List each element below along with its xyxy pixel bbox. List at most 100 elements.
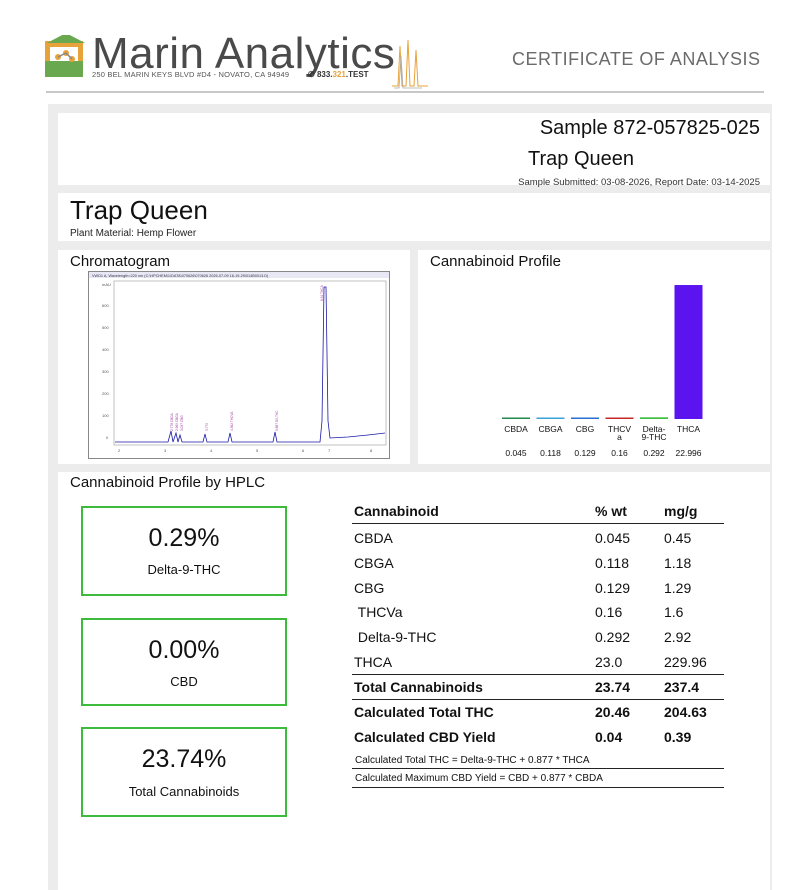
phone-suffix: .TEST xyxy=(345,70,369,79)
cell: Calculated CBD Yield xyxy=(354,729,496,745)
table-rule xyxy=(352,768,724,769)
peak-label: 2.969 CBGA xyxy=(175,412,179,431)
summary-box-cbd: 0.00% CBD xyxy=(81,618,287,706)
phone-prefix: 833. xyxy=(316,70,333,79)
y-tick: 500 xyxy=(102,325,109,330)
peak-label: 3.037 CBG xyxy=(180,415,184,431)
marin-logo-icon xyxy=(45,35,85,77)
cell: THCA xyxy=(354,654,393,670)
bar-delta-9-thc xyxy=(640,417,668,419)
y-tick: 600 xyxy=(102,303,109,308)
peak-label: 5.887 D9-THC xyxy=(275,410,279,431)
logo: Marin Analytics 250 BEL MARIN KEYS BLVD … xyxy=(44,29,395,83)
cell: 23.0 xyxy=(595,654,623,670)
table-row: CBG 0.129 1.29 xyxy=(352,580,724,604)
table-row: CBGA 0.118 1.18 xyxy=(352,555,724,579)
table-row: THCVa 0.16 1.6 xyxy=(352,604,724,628)
y-tick: 200 xyxy=(102,391,109,396)
cell: 0.45 xyxy=(664,530,692,546)
phone-icon: ✆ xyxy=(308,70,317,79)
cell: 20.46 xyxy=(595,704,631,720)
table-rule xyxy=(352,523,724,524)
table-rule xyxy=(352,674,724,675)
sample-id: Sample 872-057825-025 xyxy=(539,117,760,139)
peak-label: 3.779 xyxy=(205,423,209,431)
table-rule xyxy=(352,787,724,788)
formula-note: Calculated Total THC = Delta-9-THC + 0.8… xyxy=(355,755,590,766)
bar-cbda xyxy=(502,417,530,419)
lab-phone: ✆ 833.321.TEST xyxy=(308,70,369,79)
category-label: THCA xyxy=(677,424,700,434)
value-label: 0.129 xyxy=(574,448,596,458)
category-label: CBGA xyxy=(538,424,562,434)
cell: 0.118 xyxy=(595,555,629,571)
cell: 0.045 xyxy=(595,530,631,546)
cell: 237.4 xyxy=(664,679,700,695)
y-tick: 100 xyxy=(102,413,109,418)
y-tick: 300 xyxy=(102,369,109,374)
summary-value: 23.74% xyxy=(141,745,227,773)
lab-address: 250 BEL MARIN KEYS BLVD #D4 - NOVATO, CA… xyxy=(92,70,290,79)
cell: CBDA xyxy=(354,530,393,546)
table-rule xyxy=(352,699,724,700)
summary-label: CBD xyxy=(170,674,198,689)
cell: 0.292 xyxy=(595,629,631,645)
category-label: 9-THC xyxy=(641,432,666,442)
bar-cbg xyxy=(571,417,599,419)
totals-row: Calculated CBD Yield 0.04 0.39 xyxy=(352,729,724,753)
chromatogram-title: Chromatogram xyxy=(70,253,171,270)
summary-value: 0.29% xyxy=(148,524,220,552)
totals-row: Calculated Total THC 20.46 204.63 xyxy=(352,704,724,728)
cell: 229.96 xyxy=(664,654,707,670)
profile-title: Cannabinoid Profile xyxy=(430,253,561,270)
cell: Calculated Total THC xyxy=(354,704,494,720)
cannabinoid-bar-chart: CBDA0.045CBGA0.118CBG0.129THCVa0.16Delta… xyxy=(502,285,703,458)
summary-label: Delta-9-THC xyxy=(147,562,221,577)
chromatogram-peaks-icon xyxy=(392,39,428,89)
cell: 0.04 xyxy=(595,729,623,745)
category-label: CBDA xyxy=(504,424,528,434)
sample-name: Trap Queen xyxy=(528,148,634,170)
cell: 204.63 xyxy=(664,704,707,720)
value-label: 22.996 xyxy=(676,448,702,458)
bar-cbga xyxy=(536,417,565,419)
summary-label: Total Cannabinoids xyxy=(128,784,240,799)
document-title: CERTIFICATE OF ANALYSIS xyxy=(512,49,761,69)
value-label: 0.118 xyxy=(540,448,561,458)
bar-thca xyxy=(674,285,703,419)
cell: 2.92 xyxy=(664,629,692,645)
peak-label: 2.778 CBDA xyxy=(170,412,174,431)
y-tick: mAU xyxy=(102,282,111,287)
col-header: mg/g xyxy=(664,503,698,519)
value-label: 0.292 xyxy=(643,448,665,458)
table-row: CBDA 0.045 0.45 xyxy=(352,530,724,554)
summary-box-thc: 0.29% Delta-9-THC xyxy=(81,506,287,596)
cell: 0.16 xyxy=(595,604,623,620)
cell: CBGA xyxy=(354,555,394,571)
cell: THCVa xyxy=(354,604,403,620)
cell: Total Cannabinoids xyxy=(354,679,483,695)
col-header: Cannabinoid xyxy=(354,503,439,519)
value-label: 0.16 xyxy=(611,448,628,458)
bar-thcv-a xyxy=(605,417,634,419)
formula-note: Calculated Maximum CBD Yield = CBD + 0.8… xyxy=(355,773,603,784)
peak-label: 6.94 THCA xyxy=(320,284,324,301)
category-label: CBG xyxy=(576,424,594,434)
hplc-title: Cannabinoid Profile by HPLC xyxy=(70,474,266,491)
cell: 1.18 xyxy=(664,555,692,571)
y-tick: 400 xyxy=(102,347,109,352)
cell: CBG xyxy=(354,580,385,596)
product-name: Trap Queen xyxy=(70,195,208,225)
table-row: Delta-9-THC 0.292 2.92 xyxy=(352,629,724,653)
header-divider xyxy=(46,91,764,93)
cell: 0.129 xyxy=(595,580,631,596)
cell: Delta-9-THC xyxy=(354,629,437,645)
value-label: 0.045 xyxy=(505,448,527,458)
summary-box-total: 23.74% Total Cannabinoids xyxy=(81,727,287,817)
summary-value: 0.00% xyxy=(148,636,220,664)
chromatogram-header: VWD1 A, Wavelength=220 nm (C:\HPCHEM\1\D… xyxy=(92,274,269,278)
sample-dates: Sample Submitted: 03-08-2026, Report Dat… xyxy=(518,177,760,188)
category-label: a xyxy=(617,432,622,442)
phone-mid: 321 xyxy=(332,70,346,79)
col-header: % wt xyxy=(595,503,627,519)
